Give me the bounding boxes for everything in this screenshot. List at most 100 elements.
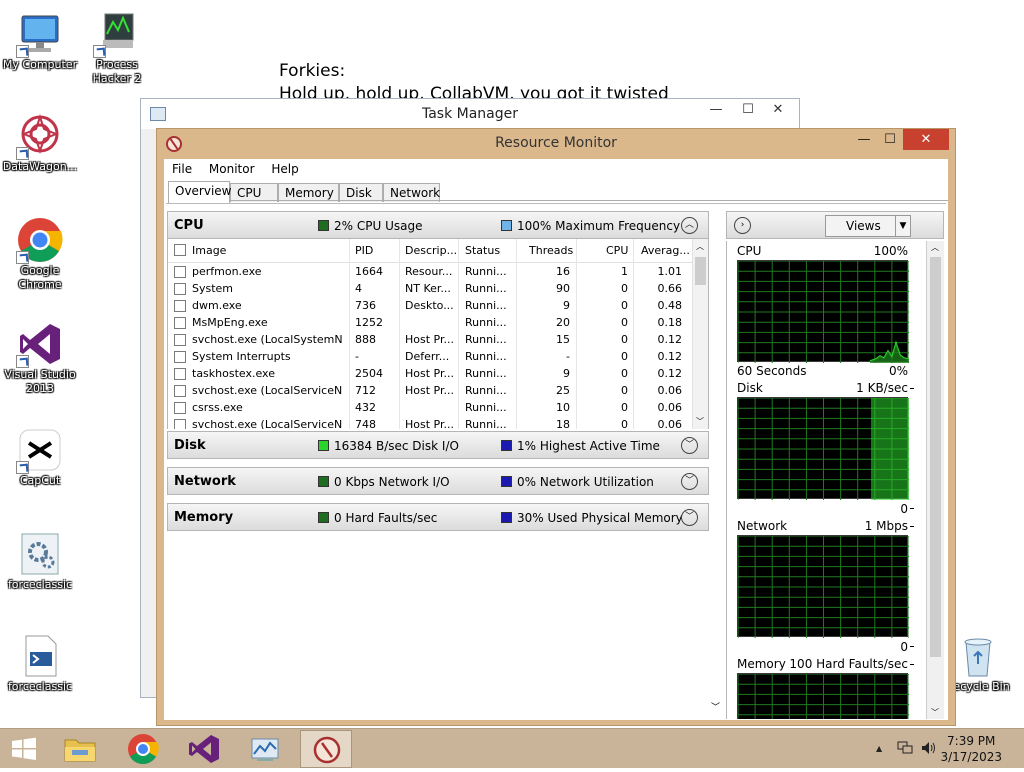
start-button[interactable] <box>0 730 48 768</box>
chevron-down-icon[interactable]: ﹀ <box>681 473 698 490</box>
taskbar-google-chrome[interactable] <box>117 730 169 768</box>
resource-monitor-maximize-button[interactable]: ☐ <box>877 129 903 150</box>
chevron-down-icon[interactable]: ﹀ <box>681 437 698 454</box>
pane-scroll-down-arrow-icon[interactable]: ﹀ <box>711 700 720 713</box>
cpu-graph-max: 100% <box>873 244 908 258</box>
resource-monitor-close-button[interactable]: ✕ <box>903 129 949 150</box>
menu-help[interactable]: Help <box>271 162 298 176</box>
views-dropdown[interactable]: Views ▼ <box>825 215 911 237</box>
scroll-down-arrow-icon[interactable]: ﹀ <box>696 416 704 427</box>
cell-image: MsMpEng.exe <box>192 316 268 329</box>
cell-threads: 15 <box>556 333 570 346</box>
cell-cpu: 0 <box>621 316 628 329</box>
scroll-down-arrow-icon[interactable]: ﹀ <box>931 707 939 718</box>
cell-cpu: 0 <box>621 384 628 397</box>
table-row[interactable]: svchost.exe (LocalSystemNet... 888 Host Pr… <box>168 331 692 348</box>
taskbar-file-explorer[interactable] <box>54 730 106 768</box>
column-header-description[interactable]: Descrip... <box>405 244 457 257</box>
menu-file[interactable]: File <box>172 162 192 176</box>
column-header-average-cpu[interactable]: Averag... <box>641 244 690 257</box>
desktop-icon-process-hacker[interactable]: Process Hacker 2 <box>77 10 157 86</box>
column-header-cpu[interactable]: CPU <box>606 244 628 257</box>
tab-overview[interactable]: Overview <box>168 181 232 203</box>
cell-threads: 18 <box>556 418 570 429</box>
disk-section-header[interactable]: Disk 16384 B/sec Disk I/O 1% Highest Act… <box>167 431 709 459</box>
row-checkbox[interactable] <box>174 351 186 363</box>
resource-monitor-minimize-button[interactable]: — <box>851 129 877 150</box>
table-row[interactable]: MsMpEng.exe 1252 Runni... 20 0 0.18 <box>168 314 692 331</box>
taskbar-clock[interactable]: 7:39 PM 3/17/2023 <box>940 733 1002 765</box>
collapse-arrow-icon[interactable]: › <box>734 217 751 234</box>
resource-monitor-window[interactable]: Resource Monitor — ☐ ✕ File Monitor Help… <box>156 128 956 726</box>
network-graph <box>737 535 910 638</box>
memory-section-header[interactable]: Memory 0 Hard Faults/sec 30% Used Physic… <box>167 503 709 531</box>
cell-image: taskhostex.exe <box>192 367 275 380</box>
desktop-icon-forceclassic-2[interactable]: forceclassic <box>0 632 80 694</box>
row-checkbox[interactable] <box>174 385 186 397</box>
taskbar-task-manager[interactable] <box>239 730 291 768</box>
table-row[interactable]: taskhostex.exe 2504 Host Pr... Runni... 9 0 0.… <box>168 365 692 382</box>
task-manager-titlebar[interactable]: Task Manager — ☐ ✕ <box>141 99 799 129</box>
row-checkbox[interactable] <box>174 419 186 429</box>
taskbar-visual-studio[interactable] <box>178 730 230 768</box>
memory-graph-label: Memory <box>737 657 786 671</box>
cell-pid: 2504 <box>355 367 383 380</box>
row-checkbox[interactable] <box>174 300 186 312</box>
task-manager-minimize-button[interactable]: — <box>701 99 731 121</box>
scrollbar-thumb[interactable] <box>930 257 941 657</box>
cpu-usage-metric: 2% CPU Usage <box>334 219 423 233</box>
table-scrollbar[interactable]: ︿ ﹀ <box>692 239 708 429</box>
desktop-icon-forceclassic-1[interactable]: forceclassic <box>0 530 80 592</box>
chevron-up-icon[interactable]: ︿ <box>681 217 698 234</box>
volume-icon[interactable] <box>921 741 937 758</box>
network-section-header[interactable]: Network 0 Kbps Network I/O 0% Network Ut… <box>167 467 709 495</box>
menu-monitor[interactable]: Monitor <box>209 162 255 176</box>
table-row[interactable]: System 4 NT Ker... Runni... 90 0 0.66 <box>168 280 692 297</box>
scrollbar-thumb[interactable] <box>695 257 706 285</box>
cell-image: svchost.exe (LocalServiceNet... <box>192 418 342 429</box>
row-checkbox[interactable] <box>174 334 186 346</box>
table-row[interactable]: System Interrupts - Deferr... Runni... - 0 0.1… <box>168 348 692 365</box>
table-row[interactable]: svchost.exe (LocalServiceNet... 748 Host P… <box>168 416 692 429</box>
cell-avg: 0.06 <box>657 384 683 397</box>
table-row[interactable]: svchost.exe (LocalServiceNo... 712 Host Pr… <box>168 382 692 399</box>
taskbar-resource-monitor[interactable] <box>300 730 352 768</box>
column-header-image[interactable]: Image <box>192 244 226 257</box>
desktop-icon-capcut[interactable]: CapCut <box>0 426 80 488</box>
row-checkbox[interactable] <box>174 283 186 295</box>
memory-graph-canvas <box>737 673 910 719</box>
task-manager-close-button[interactable]: ✕ <box>763 99 793 121</box>
column-header-threads[interactable]: Threads <box>529 244 573 257</box>
graphs-scrollbar[interactable]: ︿ ﹀ <box>926 241 944 719</box>
row-checkbox[interactable] <box>174 266 186 278</box>
column-header-status[interactable]: Status <box>465 244 500 257</box>
desktop-icon-google-chrome[interactable]: Google Chrome <box>0 216 80 292</box>
desktop-icon-visual-studio[interactable]: Visual Studio 2013 <box>0 320 80 396</box>
task-manager-maximize-button[interactable]: ☐ <box>733 99 763 121</box>
memory-graph <box>737 673 910 719</box>
cell-cpu: 1 <box>621 265 628 278</box>
row-checkbox[interactable] <box>174 402 186 414</box>
network-io-metric: 0 Kbps Network I/O <box>334 475 450 489</box>
scroll-up-arrow-icon[interactable]: ︿ <box>931 242 939 253</box>
table-row[interactable]: dwm.exe 736 Deskto... Runni... 9 0 0.48 <box>168 297 692 314</box>
chevron-down-icon[interactable]: ﹀ <box>681 509 698 526</box>
table-row[interactable]: csrss.exe 432 Runni... 10 0 0.06 <box>168 399 692 416</box>
show-hidden-icons-arrow-icon[interactable]: ▲ <box>876 744 882 753</box>
cpu-section-header[interactable]: CPU 2% CPU Usage 100% Maximum Frequency … <box>167 211 709 239</box>
column-header-pid[interactable]: PID <box>355 244 373 257</box>
table-row[interactable]: perfmon.exe 1664 Resour... Runni... 16 1 1.01 <box>168 263 692 280</box>
cell-pid: 4 <box>355 282 362 295</box>
desktop-icon-datawagon[interactable]: DataWagon... <box>0 112 80 174</box>
memory-section-title: Memory <box>174 510 234 525</box>
row-checkbox[interactable] <box>174 368 186 380</box>
select-all-checkbox[interactable] <box>174 244 186 256</box>
resource-monitor-titlebar[interactable]: Resource Monitor — ☐ ✕ <box>157 129 955 159</box>
desktop-icon-my-computer[interactable]: My Computer <box>0 10 80 72</box>
scroll-up-arrow-icon[interactable]: ︿ <box>696 241 704 252</box>
row-checkbox[interactable] <box>174 317 186 329</box>
hard-faults-metric: 0 Hard Faults/sec <box>334 511 438 525</box>
network-icon[interactable] <box>897 741 913 758</box>
cell-desc: Host Pr... <box>405 367 454 380</box>
cell-threads: - <box>566 350 570 363</box>
